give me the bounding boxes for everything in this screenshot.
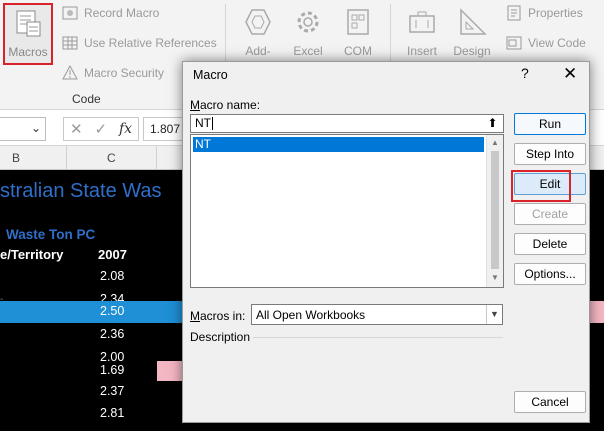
com-addin-icon [347,9,369,35]
column-header-c[interactable]: C [107,151,116,165]
cell-value: 1.69 [100,363,125,377]
cancel-button[interactable]: Cancel [514,391,586,413]
record-macro-button[interactable]: Record Macro [62,4,159,22]
warning-icon [62,65,78,80]
upload-arrow-icon[interactable]: ⬆ [483,116,502,131]
delete-button-label: Delete [532,237,568,251]
edit-highlight-box [511,170,571,202]
macros-in-value: All Open Workbooks [256,308,366,322]
options-button[interactable]: Options... [514,263,586,285]
macros-label: Macros [8,45,48,59]
help-icon[interactable]: ? [521,65,529,81]
insert-function-icon[interactable]: fx [119,121,132,137]
chevron-down-icon[interactable]: ▼ [486,305,502,324]
delete-button[interactable]: Delete [514,233,586,255]
macros-in-label: Macros in: [190,309,246,323]
com-addins-label: COM [344,44,372,58]
macro-name-label-text: acro name: [200,98,261,112]
formula-controls: ✕ ✓ fx [63,117,139,141]
run-button-label: Run [538,117,561,131]
description-label: Description [190,330,251,344]
ruler-triangle-icon [460,8,487,35]
cancel-entry-icon[interactable]: ✕ [70,120,83,138]
macro-security-label: Macro Security [84,66,165,80]
properties-button[interactable]: Properties [506,4,583,22]
sheet-title: stralian State Was [0,180,162,202]
column-divider [156,146,157,170]
macros-icon [16,10,41,37]
confirm-entry-icon[interactable]: ✓ [94,120,107,138]
record-macro-label: Record Macro [84,6,160,20]
text-caret [212,117,213,131]
macro-list[interactable]: NT ▲ ▼ [190,134,504,288]
step-into-button[interactable]: Step Into [514,143,586,165]
view-code-icon [506,36,522,50]
cell-value: 2.37 [100,384,125,398]
scroll-thumb[interactable] [491,151,499,269]
cell-value: 2.81 [100,406,125,420]
record-macro-icon [62,6,78,20]
sheet-subtitle: Waste Ton PC [6,227,96,242]
use-relative-references-button[interactable]: Use Relative References [62,34,217,52]
properties-icon [507,5,521,21]
design-label: Design [453,44,491,58]
view-code-label: View Code [528,36,586,50]
properties-label: Properties [528,6,583,20]
list-item[interactable]: NT [193,137,484,152]
options-button-label: Options... [524,267,576,281]
macros-button[interactable]: Macros [3,3,53,65]
code-group-label: Code [72,92,101,106]
create-button: Create [514,203,586,225]
view-code-button[interactable]: View Code [506,34,586,52]
addins-label: Add- [245,44,271,58]
scroll-down-icon[interactable]: ▼ [491,273,499,282]
state-column-header: e/Territory [0,247,64,262]
table-grid-icon [62,36,78,50]
close-icon[interactable]: ✕ [563,64,577,84]
dialog-title: Macro [193,68,228,82]
name-box[interactable]: ⌄ [0,117,46,141]
macro-dialog: Macro ? ✕ Macro name: NT ⬆ NT ▲ ▼ Macros… [182,61,590,423]
cancel-button-label: Cancel [531,395,569,409]
macros-in-label-text: acros in: [200,309,246,323]
create-button-label: Create [531,207,569,221]
excel-addins-label: Excel [293,44,323,58]
gear-icon [297,11,319,33]
description-divider [253,337,503,338]
macro-name-input[interactable]: NT [190,114,504,133]
cell-value: 2.36 [100,327,125,341]
vertical-scrollbar[interactable]: ▲ ▼ [486,135,503,287]
column-divider [66,146,67,170]
conditional-format-cell [590,301,604,323]
macro-security-button[interactable]: Macro Security [62,64,164,82]
hexagon-icon [245,9,271,35]
cell-value: 2.50 [100,304,125,318]
macros-in-select[interactable]: All Open Workbooks ▼ [251,304,503,325]
step-into-button-label: Step Into [525,147,575,161]
macro-name-value: NT [195,116,211,130]
cell-value: 2.08 [100,269,125,283]
toolbox-icon [409,11,435,33]
run-button[interactable]: Run [514,113,586,135]
year-column-header: 2007 [98,247,127,262]
conditional-format-cell [157,361,183,381]
macro-name-label: Macro name: [190,98,261,112]
insert-label: Insert [406,44,437,58]
column-header-b[interactable]: B [12,151,20,165]
chevron-down-icon[interactable]: ⌄ [31,121,41,135]
scroll-up-icon[interactable]: ▲ [491,138,499,147]
use-relative-references-label: Use Relative References [84,36,217,50]
